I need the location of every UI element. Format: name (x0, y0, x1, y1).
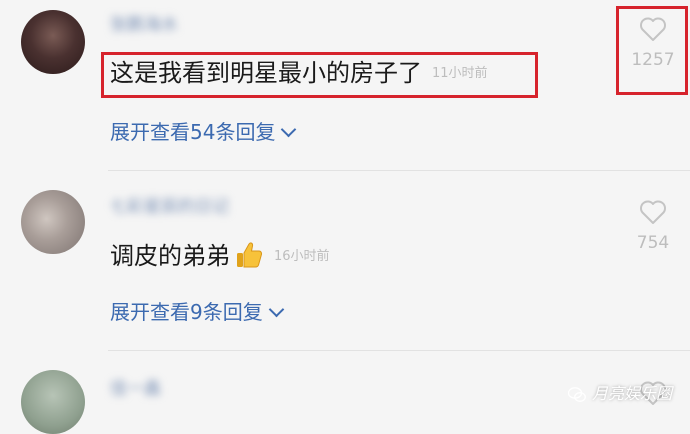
like-count: 754 (636, 233, 670, 253)
username[interactable]: 张鹏海水 (110, 14, 178, 36)
comment-body: 这是我看到明星最小的房子了 (110, 59, 422, 87)
username[interactable]: 七彩星辰的日记 (110, 196, 229, 218)
comment-time: 16小时前 (274, 249, 330, 264)
wechat-icon (567, 386, 586, 402)
comment-text: 调皮的弟弟 16小时前 (110, 240, 330, 273)
avatar[interactable] (21, 10, 85, 74)
divider (108, 350, 690, 351)
watermark: 月亮娱乐圈 (567, 380, 672, 404)
comment-body: 调皮的弟弟 (110, 242, 230, 270)
expand-replies-label: 展开查看9条回复 (110, 300, 263, 324)
like-count: 1257 (631, 50, 675, 70)
like-button[interactable]: 1257 (623, 16, 683, 70)
heart-outline-icon (640, 200, 666, 224)
username[interactable]: 佳一鑫 (110, 378, 161, 400)
avatar[interactable] (21, 190, 85, 254)
comment-text: 这是我看到明星最小的房子了 11小时前 (110, 57, 488, 90)
chevron-down-icon (281, 121, 297, 138)
expand-replies-link[interactable]: 展开查看9条回复 (110, 298, 285, 326)
like-button[interactable]: 754 (623, 199, 683, 253)
watermark-text: 月亮娱乐圈 (591, 384, 672, 403)
chevron-down-icon (268, 301, 285, 318)
avatar[interactable] (21, 370, 85, 434)
comment-time: 11小时前 (432, 66, 488, 81)
expand-replies-label: 展开查看54条回复 (110, 120, 276, 144)
thumbs-up-emoji (237, 242, 263, 268)
divider (108, 170, 690, 171)
heart-outline-icon (640, 17, 666, 41)
expand-replies-link[interactable]: 展开查看54条回复 (110, 118, 297, 146)
